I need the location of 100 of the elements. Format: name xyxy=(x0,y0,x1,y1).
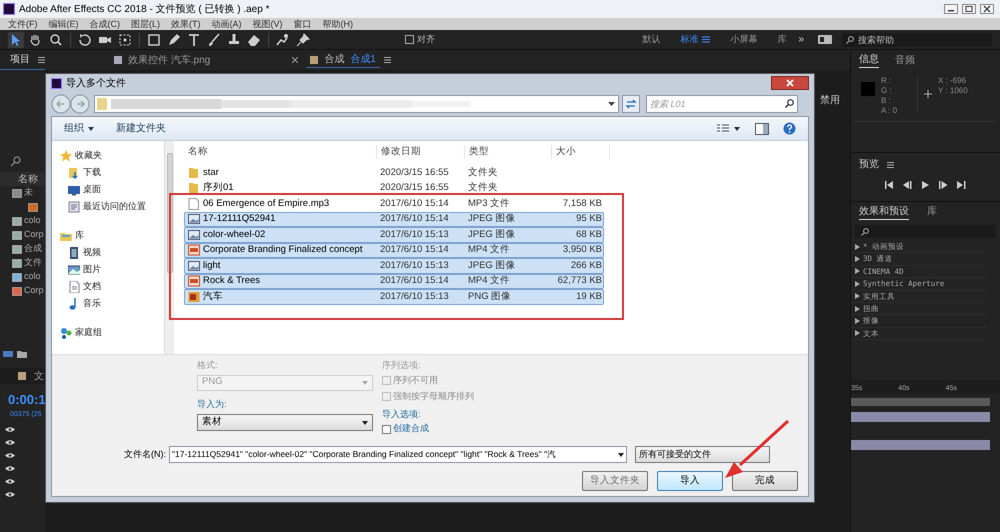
dialog-button[interactable]: 完成 xyxy=(732,471,798,491)
new-folder-button[interactable]: 新建文件夹 xyxy=(116,121,166,136)
file-row[interactable]: 17-12111Q52941 2017/6/10 15:14 JPEG 图像 95 KB xyxy=(184,212,604,227)
file-row[interactable]: color-wheel-02 2017/6/10 15:13 JPEG 图像 68 KB xyxy=(184,227,604,242)
panel-tab[interactable]: 项目 xyxy=(10,52,30,67)
file-row[interactable]: 序列01 2020/3/15 16:55 文件夹 xyxy=(184,180,604,196)
close-icon[interactable] xyxy=(980,4,994,14)
footage-icon[interactable] xyxy=(3,350,13,358)
next-frame-icon[interactable] xyxy=(939,181,948,189)
panel-tab[interactable]: 音频 xyxy=(895,52,915,68)
panel-tab[interactable]: 信息 xyxy=(859,52,879,68)
menu-item[interactable]: 帮助(H) xyxy=(322,20,353,28)
preview-pane-icon[interactable] xyxy=(755,122,769,134)
dialog-button[interactable]: 导入 xyxy=(657,471,723,491)
file-row[interactable]: light 2017/6/10 15:13 JPEG 图像 266 KB xyxy=(184,258,604,274)
navigation-item[interactable]: 库 xyxy=(75,228,84,242)
column-header[interactable]: 修改日期 xyxy=(377,145,465,159)
project-item[interactable]: Corp xyxy=(24,284,44,298)
workspace-tab[interactable]: 标准 xyxy=(680,32,698,46)
menu-icon[interactable] xyxy=(38,56,45,62)
project-item[interactable]: colo xyxy=(24,214,41,228)
eye-icon[interactable] xyxy=(5,465,15,472)
last-frame-icon[interactable] xyxy=(957,181,966,189)
view-options-icon[interactable] xyxy=(717,124,741,134)
menu-item[interactable]: 图层(L) xyxy=(131,20,160,28)
dropdown-icon[interactable] xyxy=(608,102,615,106)
navigation-item[interactable]: 音乐 xyxy=(83,296,101,310)
first-frame-icon[interactable] xyxy=(885,181,894,189)
menu-item[interactable]: 编辑(E) xyxy=(48,20,78,28)
file-row[interactable]: 汽车 2017/6/10 15:13 PNG 图像 19 KB xyxy=(184,289,604,304)
arrow-tool-icon[interactable] xyxy=(8,32,24,48)
menu-icon[interactable] xyxy=(384,57,391,63)
import-as-dropdown[interactable]: 素材 xyxy=(197,414,373,431)
file-row[interactable]: Corporate Branding Finalized concept 2017/6/10 15:14 MP4 文件 3,950 KB xyxy=(184,242,604,258)
panel-tab[interactable]: 库 xyxy=(927,204,937,219)
eye-icon[interactable] xyxy=(5,478,15,485)
checkbox[interactable] xyxy=(382,424,391,434)
column-header[interactable]: 类型 xyxy=(465,145,552,159)
eye-icon[interactable] xyxy=(5,452,15,459)
search-icon[interactable] xyxy=(785,99,794,108)
search-field[interactable]: 搜索帮助 xyxy=(842,32,992,46)
layer-bar[interactable] xyxy=(851,412,990,422)
menu-item[interactable]: 文件(F) xyxy=(8,20,38,28)
project-item[interactable]: colo xyxy=(24,270,41,284)
panel-tab[interactable]: 合成 合成1 xyxy=(306,52,380,68)
project-item[interactable]: 文件 xyxy=(24,256,42,270)
refresh-icon[interactable] xyxy=(622,95,640,113)
menu-icon[interactable] xyxy=(887,162,894,168)
workspace-tab[interactable]: 默认 xyxy=(642,32,660,46)
navigation-item[interactable]: 下载 xyxy=(83,166,101,180)
file-row[interactable]: 06 Emergence of Empire.mp3 2017/6/10 15:14 MP3 文件 7,158 KB xyxy=(184,196,604,212)
menu-item[interactable]: 效果(T) xyxy=(171,20,200,28)
text-tool-icon[interactable] xyxy=(186,32,202,48)
timecode[interactable]: 0:00:1 xyxy=(0,390,45,410)
brush-tool-icon[interactable] xyxy=(206,32,222,48)
column-header[interactable]: 大小 xyxy=(552,145,610,159)
search-field[interactable] xyxy=(855,225,996,238)
workspace-icon[interactable] xyxy=(818,35,832,44)
filename-field[interactable]: "17-12111Q52941" "color-wheel-02" "Corporate Branding Finalized concept" "light" "Rock & Trees" "汽 xyxy=(169,446,627,463)
maximize-icon[interactable] xyxy=(962,4,976,14)
more-button[interactable]: » xyxy=(798,32,804,47)
project-item[interactable]: 合成 xyxy=(24,242,42,256)
pin-tool-icon[interactable] xyxy=(295,32,311,48)
search-icon[interactable] xyxy=(10,156,22,166)
zoom-tool-icon[interactable] xyxy=(48,32,64,48)
pan-tool-icon[interactable] xyxy=(117,32,133,48)
roto-tool-icon[interactable] xyxy=(275,32,291,48)
navigation-item[interactable]: 家庭组 xyxy=(75,326,102,340)
navigation-item[interactable]: 桌面 xyxy=(83,182,101,196)
navigation-item[interactable]: 最近访问的位置 xyxy=(83,200,146,214)
rect-tool-icon[interactable] xyxy=(146,32,162,48)
navigation-item[interactable]: 视频 xyxy=(83,246,101,260)
menu-icon[interactable] xyxy=(702,36,710,43)
navigation-item[interactable]: 收藏夹 xyxy=(75,148,102,162)
menu-item[interactable]: 动画(A) xyxy=(212,20,242,28)
rotate-tool-icon[interactable] xyxy=(77,32,93,48)
panel-tab[interactable]: 效果控件 汽车.png xyxy=(110,52,214,68)
column-header[interactable]: 名称 xyxy=(184,145,377,159)
workspace-tab[interactable]: 小屏幕 xyxy=(730,32,758,46)
navigation-item[interactable]: 文档 xyxy=(83,280,101,294)
layer-bar[interactable] xyxy=(851,440,990,450)
folder-icon[interactable] xyxy=(17,350,27,358)
menu-item[interactable]: 窗口 xyxy=(294,20,312,28)
previous-frame-icon[interactable] xyxy=(903,181,912,189)
align-checkbox[interactable] xyxy=(405,35,414,44)
file-row[interactable]: star 2020/3/15 16:55 文件夹 xyxy=(184,165,604,180)
minimize-icon[interactable] xyxy=(944,4,958,14)
file-row[interactable]: Rock & Trees 2017/6/10 15:14 MP4 文件 62,773 KB xyxy=(184,274,604,289)
close-icon[interactable] xyxy=(292,57,298,63)
menu-item[interactable]: 视图(V) xyxy=(252,20,282,28)
play-icon[interactable] xyxy=(921,181,930,189)
eye-icon[interactable] xyxy=(5,426,15,433)
close-button[interactable] xyxy=(771,76,809,90)
menu-item[interactable]: 合成(C) xyxy=(90,20,120,28)
project-item[interactable]: Corp xyxy=(24,228,44,242)
workspace-tab[interactable]: 库 xyxy=(777,32,786,46)
file-type-dropdown[interactable]: 所有可接受的文件 xyxy=(635,446,770,463)
navigation-item[interactable]: 图片 xyxy=(83,262,101,276)
panel-tab[interactable]: 效果和预设 xyxy=(859,204,909,220)
project-item[interactable]: 未 xyxy=(24,186,33,200)
